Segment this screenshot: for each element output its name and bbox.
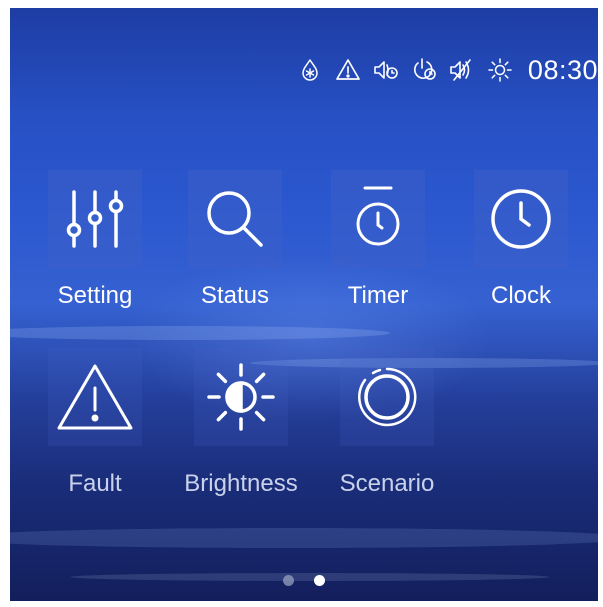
menu-item-clock[interactable]: Clock [466, 170, 576, 320]
status-bar: 08:30 [286, 52, 598, 88]
menu-item-timer[interactable]: Timer [323, 170, 433, 320]
clock-icon [491, 189, 551, 249]
brightness-icon [486, 56, 514, 84]
menu-item-label: Timer [347, 282, 409, 309]
home-screen: 08:30 Setting Status Timer Clock Fault B… [10, 8, 598, 601]
scenario-icon [358, 367, 417, 427]
warning-icon [57, 364, 133, 430]
tile-background [340, 348, 434, 446]
defrost-icon [296, 56, 324, 84]
sliders-icon [66, 190, 124, 248]
menu-item-label: Brightness [184, 470, 298, 497]
menu-item-setting[interactable]: Setting [40, 170, 150, 320]
menu-item-scenario[interactable]: Scenario [332, 348, 442, 498]
menu-item-brightness[interactable]: Brightness [184, 348, 298, 498]
page-indicator [10, 575, 598, 586]
menu-item-label: Scenario [339, 470, 435, 497]
menu-item-status[interactable]: Status [180, 170, 290, 320]
menu-item-label: Setting [57, 282, 133, 309]
tile-background [188, 170, 282, 268]
page-dot-2[interactable] [314, 575, 325, 586]
power-timer-icon [410, 56, 438, 84]
menu-item-fault[interactable]: Fault [40, 348, 150, 498]
warning-icon [334, 56, 362, 84]
mute-icon [448, 56, 476, 84]
stopwatch-icon [356, 186, 400, 246]
clock-time: 08:30 [527, 54, 598, 85]
menu-item-label: Status [200, 282, 270, 309]
light-streak [10, 326, 390, 340]
search-icon [207, 191, 263, 247]
tile-background [331, 170, 425, 268]
menu-item-label: Clock [490, 282, 551, 309]
tile-background [474, 170, 568, 268]
tile-background [194, 348, 288, 446]
light-streak [10, 528, 598, 548]
menu-item-label: Fault [68, 470, 122, 497]
page-dot-1[interactable] [283, 575, 294, 586]
tile-background [48, 348, 142, 446]
tile-background [48, 170, 142, 268]
sound-timer-icon [372, 56, 400, 84]
brightness-icon [207, 363, 275, 431]
